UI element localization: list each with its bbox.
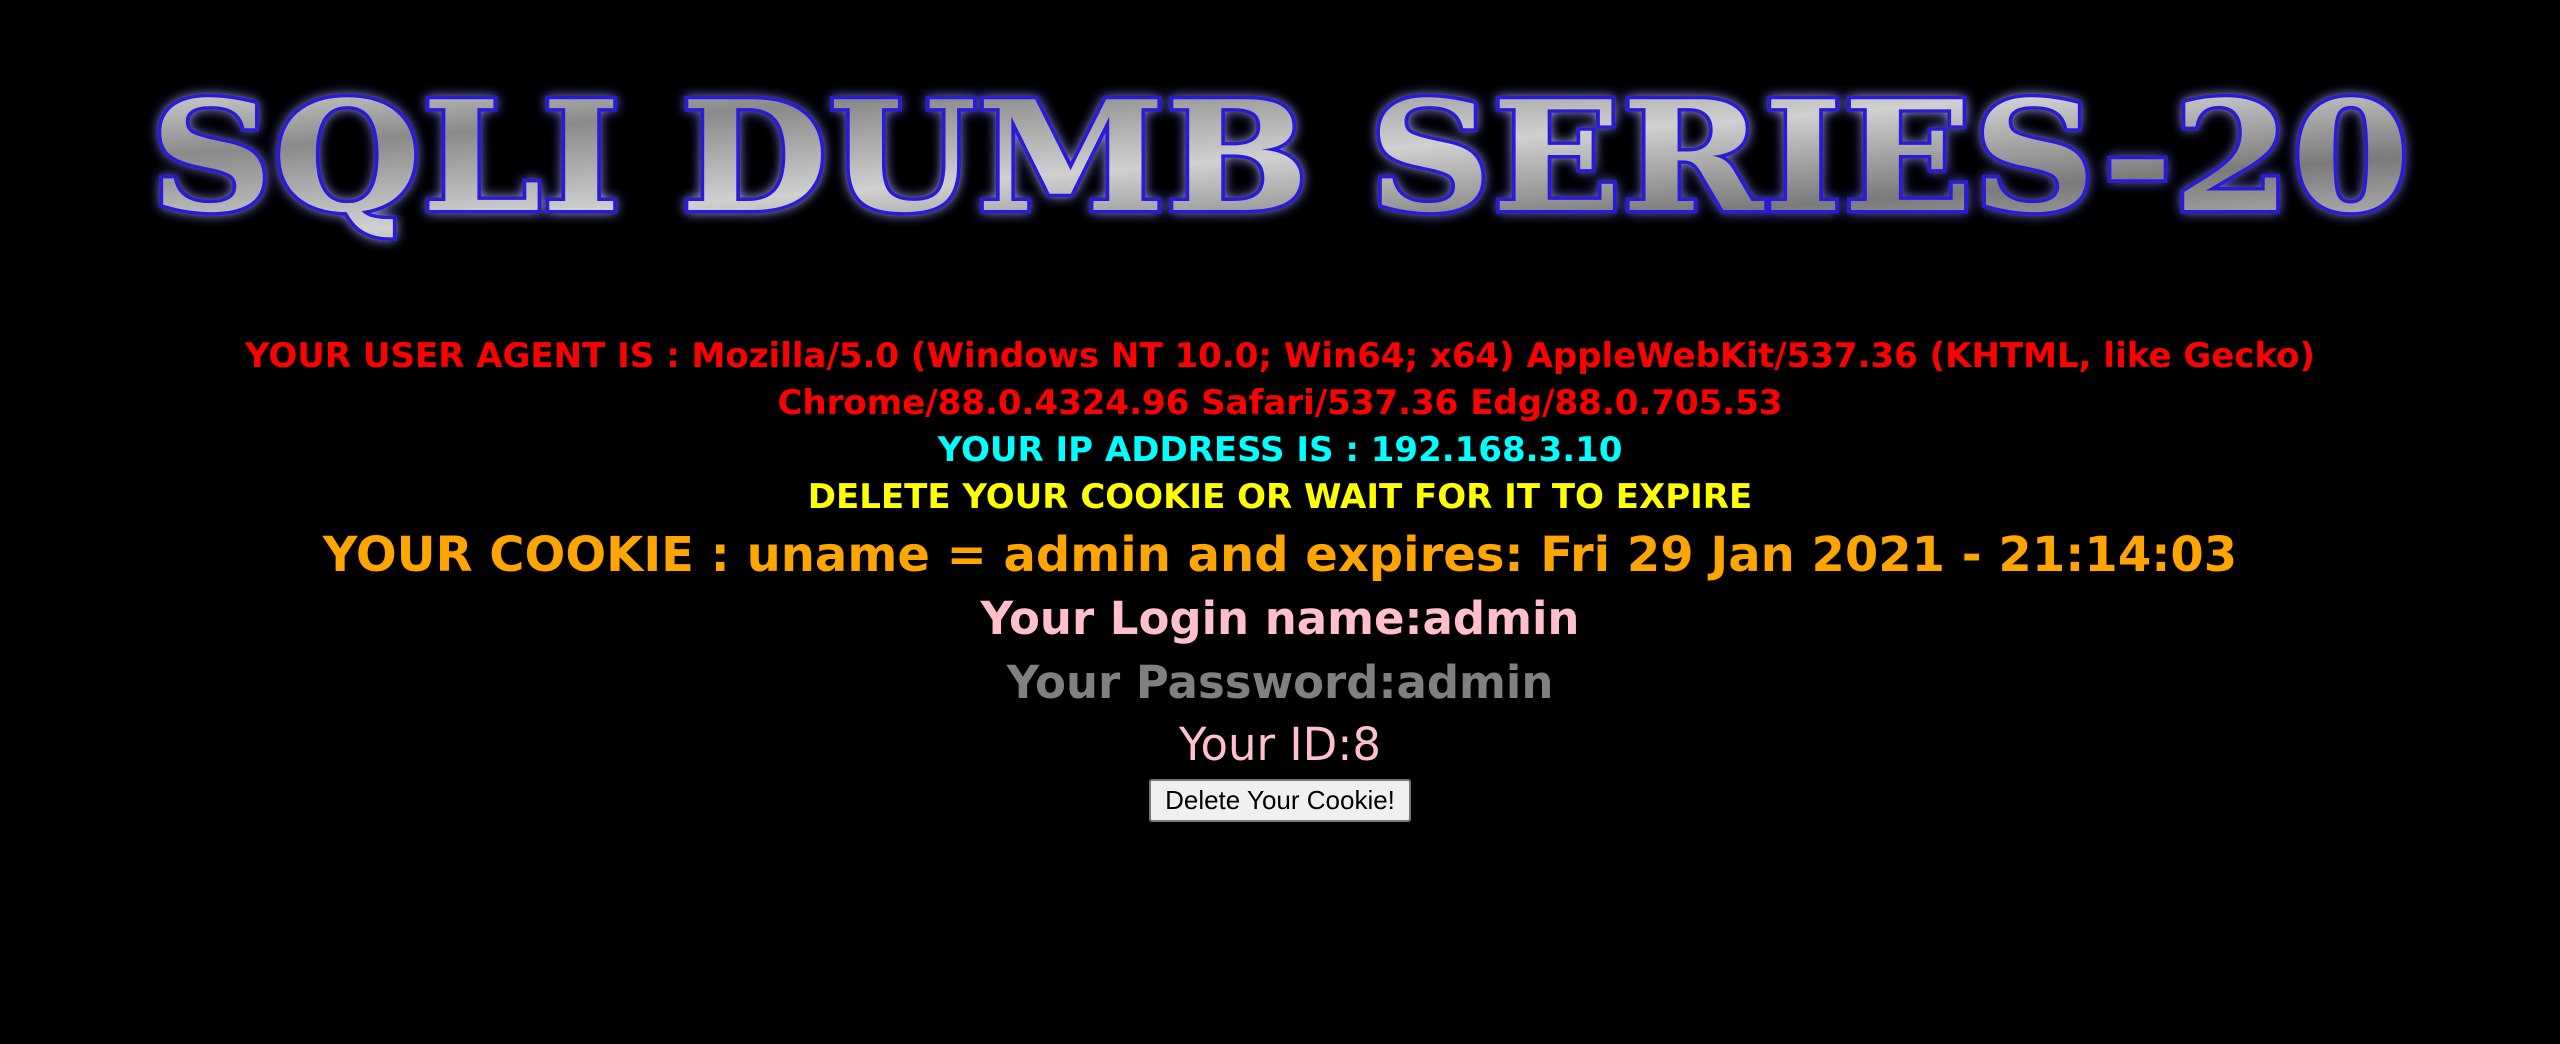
info-section: YOUR USER AGENT IS : Mozilla/5.0 (Window… (0, 333, 2560, 822)
delete-cookie-form: Delete Your Cookie! (0, 775, 2560, 822)
delete-cookie-message: DELETE YOUR COOKIE OR WAIT FOR IT TO EXP… (807, 477, 1753, 517)
cookie-info-text: YOUR COOKIE : uname = admin and expires:… (322, 527, 2238, 583)
user-agent-text: YOUR USER AGENT IS : Mozilla/5.0 (Window… (244, 336, 2316, 423)
banner-svg: SQLI DUMB SERIES-20 (147, 64, 2414, 250)
banner-title: SQLI DUMB SERIES-20 (150, 67, 2410, 246)
login-name-text: Your Login name:admin (980, 592, 1580, 645)
banner-logo: SQLI DUMB SERIES-20 (130, 60, 2430, 260)
password-text: Your Password:admin (1006, 656, 1554, 709)
ip-address-text: YOUR IP ADDRESS IS : 192.168.3.10 (937, 430, 1623, 470)
user-id-text: Your ID:8 (1178, 718, 1382, 771)
delete-cookie-button[interactable]: Delete Your Cookie! (1149, 779, 1411, 822)
